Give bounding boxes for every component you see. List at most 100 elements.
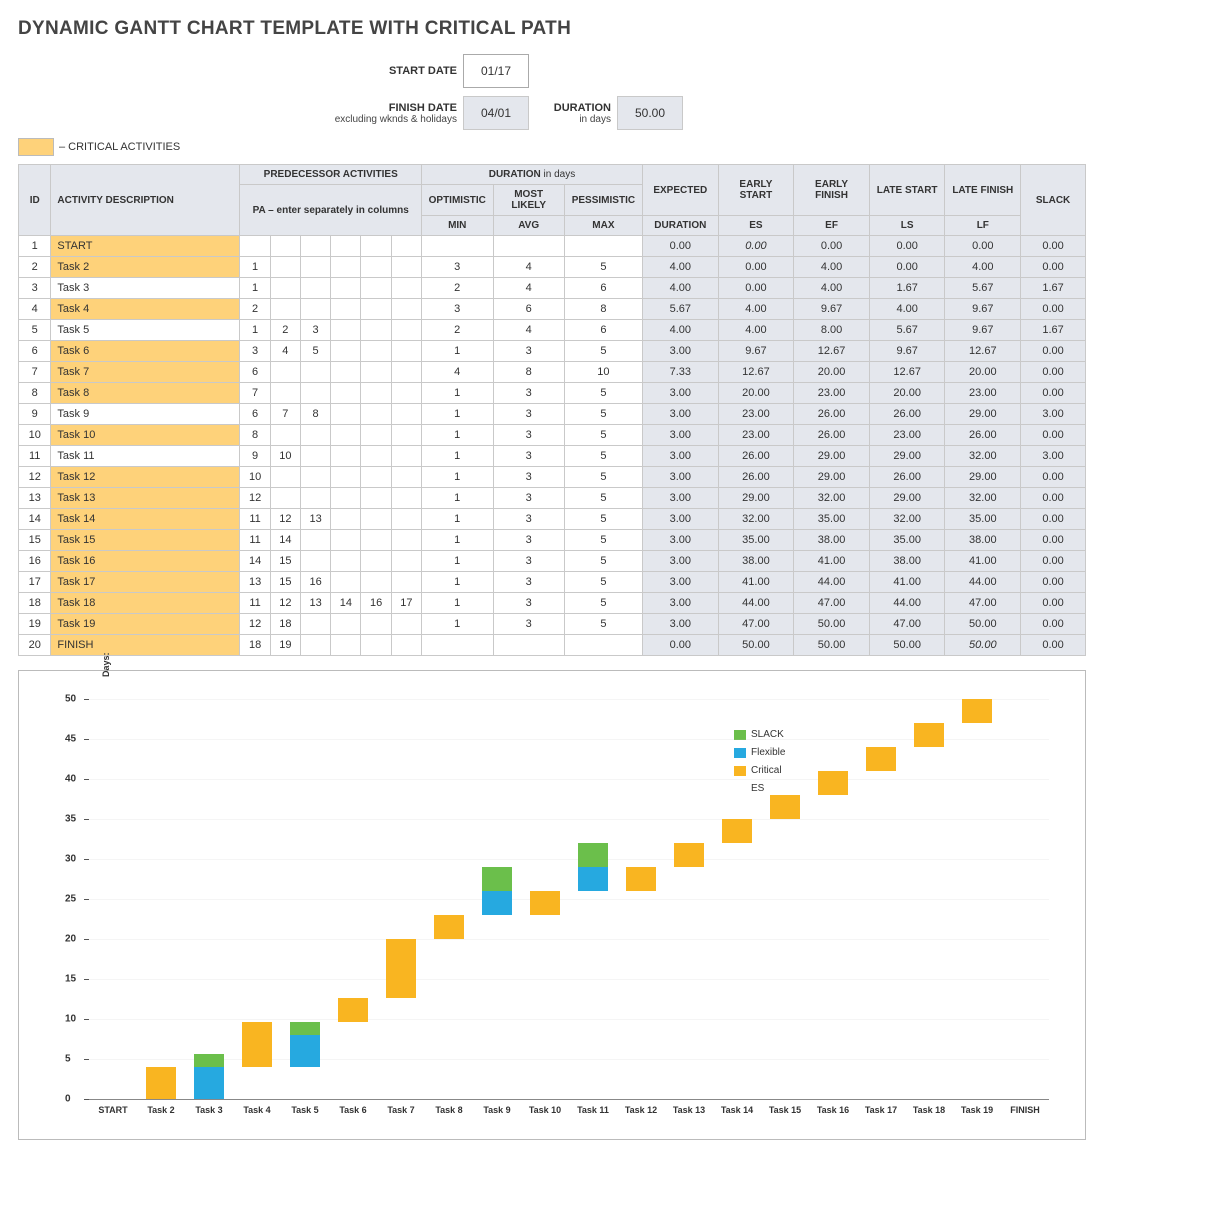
cell[interactable]: 5: [564, 257, 642, 278]
cell[interactable]: 0.00: [1021, 593, 1086, 614]
cell[interactable]: 29.00: [945, 467, 1021, 488]
cell[interactable]: 47.00: [945, 593, 1021, 614]
cell[interactable]: 1: [421, 467, 493, 488]
cell[interactable]: 26.00: [945, 425, 1021, 446]
cell[interactable]: 2: [421, 278, 493, 299]
cell[interactable]: Task 6: [51, 341, 240, 362]
cell[interactable]: 0.00: [794, 236, 870, 257]
cell[interactable]: 10: [240, 467, 270, 488]
cell[interactable]: 3.00: [642, 614, 718, 635]
cell[interactable]: 15: [270, 551, 300, 572]
cell[interactable]: 50.00: [945, 614, 1021, 635]
cell[interactable]: 38.00: [869, 551, 945, 572]
cell[interactable]: 12.67: [718, 362, 794, 383]
cell[interactable]: [361, 488, 391, 509]
cell[interactable]: 9: [19, 404, 51, 425]
cell[interactable]: 41.00: [945, 551, 1021, 572]
cell[interactable]: [331, 551, 361, 572]
cell[interactable]: 1: [421, 593, 493, 614]
cell[interactable]: [331, 362, 361, 383]
cell[interactable]: [300, 488, 330, 509]
cell[interactable]: [493, 236, 564, 257]
cell[interactable]: [300, 614, 330, 635]
cell[interactable]: Task 5: [51, 320, 240, 341]
cell[interactable]: 1: [421, 488, 493, 509]
cell[interactable]: 3: [493, 572, 564, 593]
cell[interactable]: 0.00: [1021, 572, 1086, 593]
start-date-input[interactable]: 01/17: [463, 54, 529, 88]
cell[interactable]: [391, 635, 421, 656]
cell[interactable]: [331, 383, 361, 404]
cell[interactable]: 3.00: [642, 425, 718, 446]
cell[interactable]: 6: [240, 404, 270, 425]
cell[interactable]: 38.00: [794, 530, 870, 551]
cell[interactable]: [331, 299, 361, 320]
cell[interactable]: 3: [300, 320, 330, 341]
cell[interactable]: [270, 362, 300, 383]
cell[interactable]: 50.00: [794, 635, 870, 656]
cell[interactable]: 5: [564, 509, 642, 530]
cell[interactable]: 0.00: [1021, 635, 1086, 656]
cell[interactable]: 1: [421, 614, 493, 635]
cell[interactable]: 26.00: [718, 467, 794, 488]
cell[interactable]: 19: [270, 635, 300, 656]
cell[interactable]: 11: [19, 446, 51, 467]
cell[interactable]: [391, 362, 421, 383]
cell[interactable]: 7: [19, 362, 51, 383]
cell[interactable]: [240, 236, 270, 257]
cell[interactable]: 0.00: [642, 236, 718, 257]
cell[interactable]: 32.00: [718, 509, 794, 530]
cell[interactable]: 3.00: [642, 488, 718, 509]
cell[interactable]: [361, 299, 391, 320]
cell[interactable]: 23.00: [869, 425, 945, 446]
cell[interactable]: 26.00: [718, 446, 794, 467]
cell[interactable]: [361, 530, 391, 551]
cell[interactable]: 3: [493, 425, 564, 446]
cell[interactable]: [391, 572, 421, 593]
cell[interactable]: [391, 236, 421, 257]
cell[interactable]: [331, 530, 361, 551]
cell[interactable]: 1: [421, 530, 493, 551]
cell[interactable]: 4.00: [869, 299, 945, 320]
cell[interactable]: 0.00: [869, 236, 945, 257]
cell[interactable]: [391, 551, 421, 572]
cell[interactable]: 3: [493, 383, 564, 404]
cell[interactable]: 16: [361, 593, 391, 614]
cell[interactable]: 44.00: [794, 572, 870, 593]
cell[interactable]: 0.00: [642, 635, 718, 656]
cell[interactable]: 1: [240, 278, 270, 299]
cell[interactable]: 4: [493, 278, 564, 299]
cell[interactable]: 9.67: [718, 341, 794, 362]
cell[interactable]: [270, 236, 300, 257]
cell[interactable]: 3: [19, 278, 51, 299]
cell[interactable]: [391, 509, 421, 530]
cell[interactable]: 4.00: [945, 257, 1021, 278]
cell[interactable]: 5: [564, 425, 642, 446]
cell[interactable]: Task 7: [51, 362, 240, 383]
cell[interactable]: 3: [493, 446, 564, 467]
cell[interactable]: 3: [493, 614, 564, 635]
cell[interactable]: [331, 320, 361, 341]
cell[interactable]: 3: [493, 530, 564, 551]
cell[interactable]: 18: [270, 614, 300, 635]
cell[interactable]: 4.00: [642, 278, 718, 299]
cell[interactable]: 1: [421, 572, 493, 593]
cell[interactable]: 5.67: [869, 320, 945, 341]
cell[interactable]: [300, 467, 330, 488]
cell[interactable]: [361, 236, 391, 257]
cell[interactable]: 5: [564, 551, 642, 572]
cell[interactable]: 5: [564, 530, 642, 551]
cell[interactable]: [421, 236, 493, 257]
cell[interactable]: [331, 257, 361, 278]
cell[interactable]: 23.00: [945, 383, 1021, 404]
cell[interactable]: 32.00: [869, 509, 945, 530]
cell[interactable]: 1: [19, 236, 51, 257]
cell[interactable]: 7: [240, 383, 270, 404]
cell[interactable]: 0.00: [1021, 614, 1086, 635]
cell[interactable]: 4: [421, 362, 493, 383]
cell[interactable]: 3: [421, 299, 493, 320]
cell[interactable]: 47.00: [718, 614, 794, 635]
cell[interactable]: [331, 236, 361, 257]
cell[interactable]: Task 19: [51, 614, 240, 635]
cell[interactable]: 16: [300, 572, 330, 593]
